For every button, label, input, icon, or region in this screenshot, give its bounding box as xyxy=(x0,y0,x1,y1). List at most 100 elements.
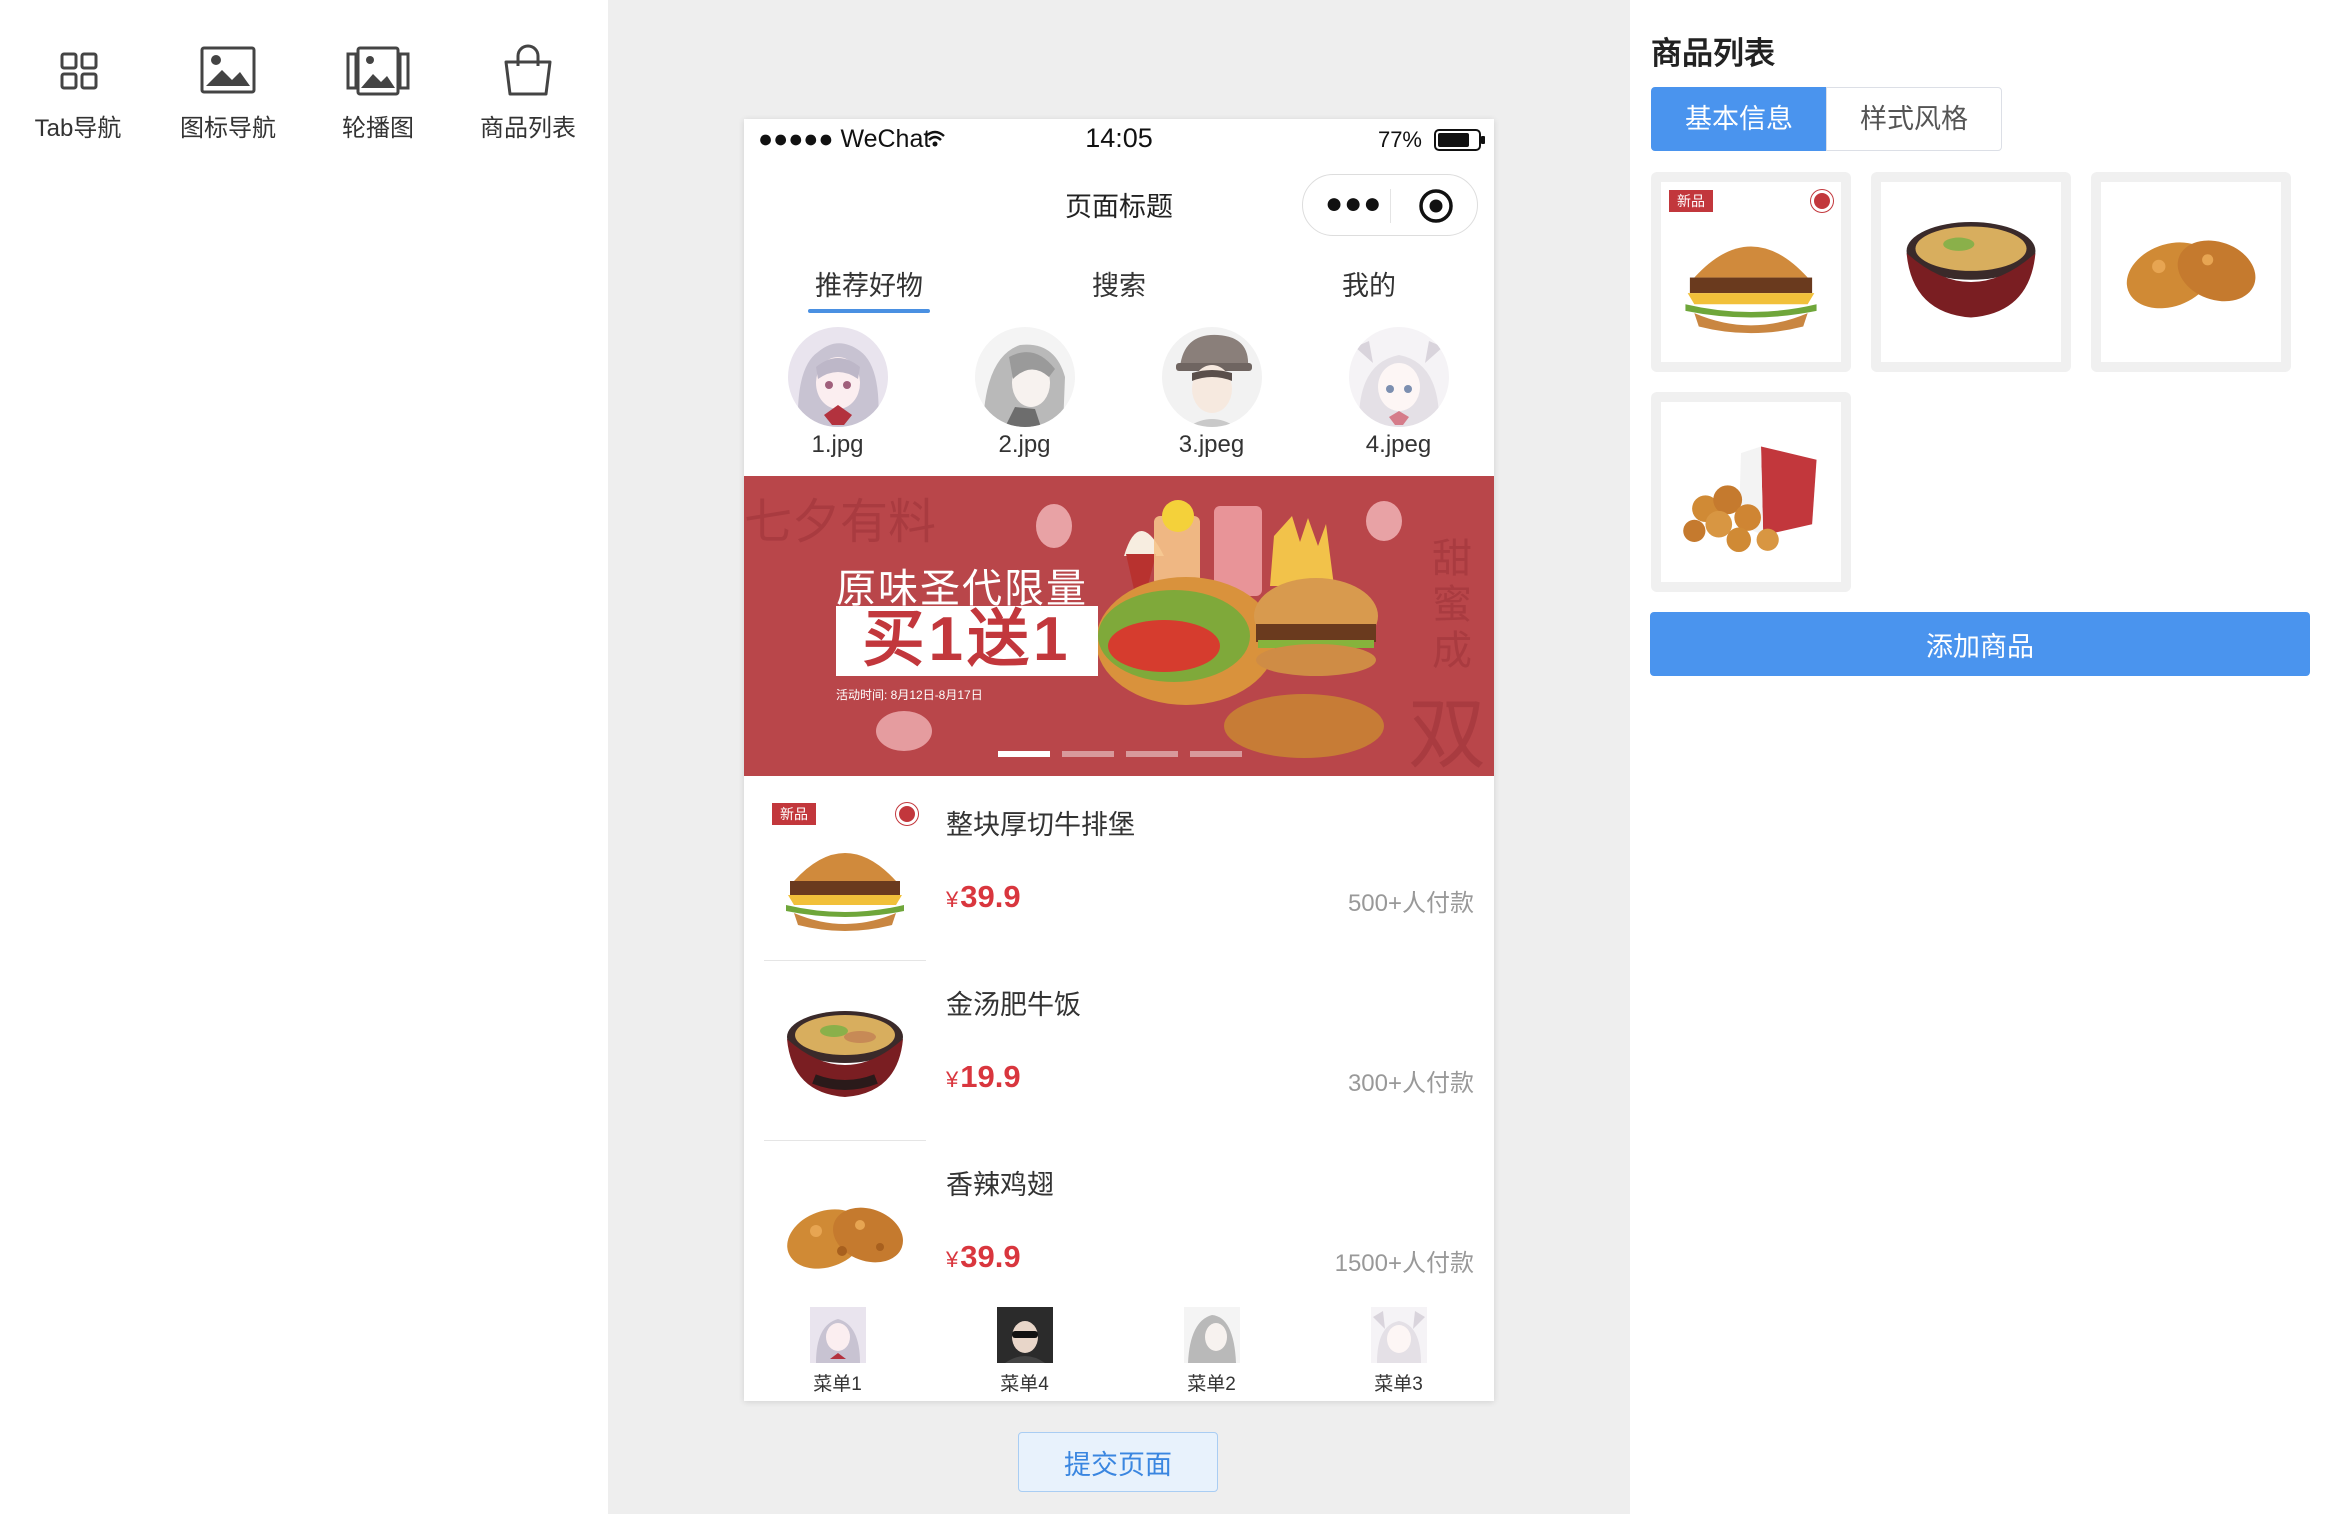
capsule-divider xyxy=(1390,189,1391,223)
chicken-wing-image xyxy=(2126,240,2256,309)
price-value: 19.9 xyxy=(960,1059,1021,1094)
bottom-tabbar: 菜单1 菜单4 菜单2 菜单3 xyxy=(744,1297,1494,1401)
shopping-bag-icon xyxy=(504,44,552,96)
icon-nav-label: 2.jpg xyxy=(998,431,1051,458)
chicken-wing-image xyxy=(787,1207,903,1269)
price-value: 39.9 xyxy=(960,1239,1021,1274)
carousel-indicators xyxy=(998,751,1248,759)
carousel-dot[interactable] xyxy=(998,751,1050,757)
icon-nav-item-2[interactable]: 2.jpg xyxy=(931,327,1118,459)
tabbar-label: 菜单1 xyxy=(813,1374,862,1395)
battery-percent: 77% xyxy=(1377,127,1422,152)
rice-bowl-image xyxy=(1906,222,2036,318)
product-price: ¥19.9 xyxy=(946,1059,1021,1095)
tab-recommended[interactable]: 推荐好物 xyxy=(744,264,994,313)
tabbar-label: 菜单3 xyxy=(1374,1374,1423,1395)
avatar-image xyxy=(974,327,1075,427)
currency-symbol: ¥ xyxy=(946,1067,959,1092)
currency-symbol: ¥ xyxy=(946,887,959,912)
gallery-icon xyxy=(346,46,410,96)
avatar-image xyxy=(1161,327,1262,427)
price-value: 39.9 xyxy=(960,879,1021,914)
icon-nav-item-4[interactable]: 4.jpeg xyxy=(1305,327,1492,459)
component-palette: Tab导航 图标导航 轮播图 商品列表 xyxy=(0,0,608,1514)
carousel-dot[interactable] xyxy=(1062,751,1114,757)
product-item[interactable]: 金汤肥牛饭 ¥19.9 300+人付款 xyxy=(744,959,1494,1141)
icon-nav-label: 1.jpg xyxy=(811,431,864,458)
product-price: ¥39.9 xyxy=(946,1239,1021,1275)
palette-item-tab-nav[interactable]: Tab导航 xyxy=(8,40,148,150)
tabbar-item-menu4[interactable]: 菜单4 xyxy=(931,1307,1118,1396)
product-sales: 500+人付款 xyxy=(1347,890,1474,917)
product-name: 金汤肥牛饭 xyxy=(946,990,1081,1020)
product-thumb-card[interactable] xyxy=(1651,392,1851,592)
product-thumbnail: 新品 xyxy=(764,795,926,957)
property-panel: 商品列表 基本信息 样式风格 新品 添加商品 xyxy=(1630,0,2328,1514)
phone-preview: ●●●●● WeChat 14:05 77% 页面标题 ●●● 推荐好物 搜索 … xyxy=(744,119,1494,1401)
product-thumb-image: 新品 xyxy=(1661,182,1841,362)
tabbar-item-menu1[interactable]: 菜单1 xyxy=(744,1307,931,1396)
icon-nav-item-3[interactable]: 3.jpeg xyxy=(1118,327,1305,459)
target-icon[interactable] xyxy=(1418,188,1454,224)
icon-nav-label: 3.jpeg xyxy=(1178,431,1245,458)
palette-item-icon-nav[interactable]: 图标导航 xyxy=(158,40,298,150)
currency-symbol: ¥ xyxy=(946,1247,959,1272)
tab-search[interactable]: 搜索 xyxy=(994,264,1244,303)
tabbar-label: 菜单4 xyxy=(1000,1374,1049,1395)
tab-basic-info[interactable]: 基本信息 xyxy=(1651,87,1827,151)
product-thumb-card[interactable] xyxy=(1871,172,2071,372)
icon-nav-item-1[interactable]: 1.jpg xyxy=(744,327,931,459)
battery-icon xyxy=(1434,129,1485,151)
popcorn-chicken-image xyxy=(1683,446,1817,552)
menu3-icon xyxy=(1370,1307,1427,1363)
palette-label: 轮播图 xyxy=(342,115,414,142)
carousel-dot[interactable] xyxy=(1126,751,1178,757)
product-list: 新品 整块厚切牛排堡 ¥39.9 500+人付款 金汤肥牛饭 ¥19.9 300… xyxy=(744,779,1494,1319)
palette-item-product-list[interactable]: 商品列表 xyxy=(458,40,598,150)
icon-nav: 1.jpg 2.jpg 3.jpeg 4.jpeg xyxy=(744,327,1494,458)
tabbar-item-menu2[interactable]: 菜单2 xyxy=(1118,1307,1305,1396)
burger-image xyxy=(1685,246,1817,334)
menu4-icon xyxy=(996,1307,1053,1363)
product-sales: 1500+人付款 xyxy=(1334,1250,1474,1277)
add-product-button[interactable]: 添加商品 xyxy=(1650,612,2310,676)
icon-nav-label: 4.jpeg xyxy=(1365,431,1432,458)
tab-nav: 推荐好物 搜索 我的 xyxy=(744,244,1494,324)
palette-item-carousel[interactable]: 轮播图 xyxy=(308,40,448,150)
carousel-banner[interactable]: 七夕有料 甜蜜成 双 原味圣代限量 买1送1 活动时间: 8月12日-8月17日 xyxy=(744,476,1494,776)
image-icon xyxy=(200,46,256,94)
product-thumb-card[interactable] xyxy=(2091,172,2291,372)
avatar-image xyxy=(1348,327,1449,427)
mini-program-capsule: ●●● xyxy=(1302,174,1478,236)
product-item[interactable]: 香辣鸡翅 ¥39.9 1500+人付款 xyxy=(744,1139,1494,1319)
product-thumb-image xyxy=(1661,402,1841,582)
tab-style[interactable]: 样式风格 xyxy=(1826,87,2002,151)
editor-canvas: ●●●●● WeChat 14:05 77% 页面标题 ●●● 推荐好物 搜索 … xyxy=(608,0,1630,1514)
menu2-icon xyxy=(1183,1307,1240,1363)
submit-page-button[interactable]: 提交页面 xyxy=(1018,1432,1218,1492)
product-thumbnail xyxy=(764,975,926,1137)
menu1-icon xyxy=(809,1307,866,1363)
product-name: 整块厚切牛排堡 xyxy=(946,810,1135,840)
palette-label: 商品列表 xyxy=(480,115,576,142)
product-price: ¥39.9 xyxy=(946,879,1021,915)
tabbar-item-menu3[interactable]: 菜单3 xyxy=(1305,1307,1492,1396)
product-name: 香辣鸡翅 xyxy=(946,1170,1054,1200)
palette-label: 图标导航 xyxy=(180,115,276,142)
burger-image xyxy=(786,853,904,931)
rice-bowl-image xyxy=(787,1011,903,1097)
banner-promo: 买1送1 xyxy=(862,605,1072,674)
more-dots-icon[interactable]: ●●● xyxy=(1325,189,1382,219)
product-item[interactable]: 新品 整块厚切牛排堡 ¥39.9 500+人付款 xyxy=(744,779,1494,961)
product-thumbnail xyxy=(764,1155,926,1317)
grid-icon xyxy=(60,52,98,90)
panel-title: 商品列表 xyxy=(1651,36,1775,71)
status-bar: ●●●●● WeChat 14:05 77% xyxy=(744,119,1494,163)
product-thumb-card[interactable]: 新品 xyxy=(1651,172,1851,372)
product-thumb-image xyxy=(2101,182,2281,362)
tabbar-label: 菜单2 xyxy=(1187,1374,1236,1395)
tab-mine[interactable]: 我的 xyxy=(1244,264,1494,303)
palette-label: Tab导航 xyxy=(34,115,122,142)
carousel-dot[interactable] xyxy=(1190,751,1242,757)
product-thumb-image xyxy=(1881,182,2061,362)
